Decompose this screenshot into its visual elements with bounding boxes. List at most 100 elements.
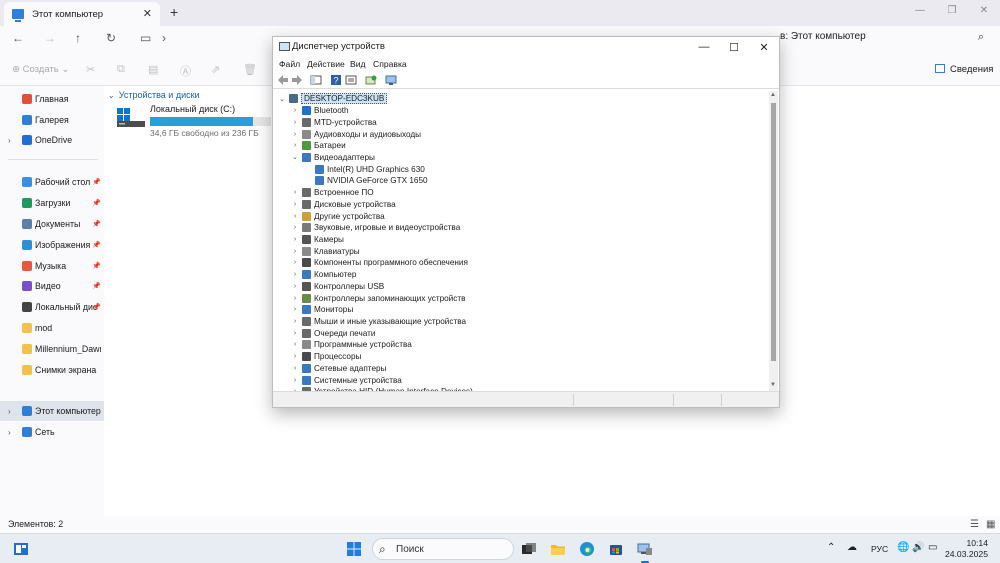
sidebar-item-home[interactable]: Главная [0,89,104,109]
device-tree-category[interactable]: › Аудиовходы и аудиовыходы [274,128,754,140]
chevron-right-icon[interactable]: › [8,428,11,437]
chevron-right-icon[interactable]: › [291,271,299,278]
store-icon[interactable] [608,541,624,557]
tray-app-icon[interactable]: ☁ [847,542,857,553]
device-tree-scrollbar[interactable]: ▲ ▼ [769,91,778,391]
chevron-right-icon[interactable]: › [8,407,11,416]
monitor-icon[interactable]: ▭ [140,31,151,45]
edge-browser-icon[interactable] [579,541,595,557]
devmgr-minimize-button[interactable]: — [689,39,719,55]
volume-icon[interactable]: 🔊 [912,542,924,553]
minimize-button[interactable]: — [904,0,936,20]
chevron-right-icon[interactable]: › [291,201,299,208]
tab-this-pc[interactable]: Этот компьютер ✕ [4,2,160,26]
device-tree-item[interactable]: Intel(R) UHD Graphics 630 [274,163,754,175]
scroll-up-icon[interactable]: ▲ [770,92,776,98]
device-tree-category[interactable]: › Клавиатуры [274,245,754,257]
device-tree-category[interactable]: › Контроллеры запоминающих устройств [274,292,754,304]
chevron-right-icon[interactable]: › [291,330,299,337]
tiles-view-icon[interactable]: ▦ [986,519,995,530]
sidebar-item-screenshots[interactable]: Снимки экрана [0,360,104,380]
sidebar-item-downloads[interactable]: Загрузки 📌 [0,193,104,213]
scrollbar-thumb[interactable] [771,103,776,361]
sidebar-item-millennium[interactable]: Millennium_Dawn_ [0,339,104,359]
device-tree-category[interactable]: › Компоненты программного обеспечения [274,257,754,269]
device-tree-category[interactable]: › Контроллеры USB [274,281,754,293]
widgets-icon[interactable] [13,541,29,557]
sidebar-item-mod[interactable]: mod [0,318,104,338]
search-icon[interactable]: ⌕ [978,31,984,44]
device-tree-category[interactable]: › Процессоры [274,351,754,363]
device-tree-category[interactable]: › Звуковые, игровые и видеоустройства [274,222,754,234]
menu-view[interactable]: Вид [350,59,366,69]
device-tree-category[interactable]: › Сетевые адаптеры [274,363,754,375]
chevron-right-icon[interactable]: › [8,136,11,145]
forward-icon[interactable] [291,74,303,86]
details-view-icon[interactable]: ☰ [970,519,979,530]
chevron-right-icon[interactable]: › [291,107,299,114]
device-tree-category[interactable]: › Дисковые устройства [274,198,754,210]
rename-icon[interactable]: Ⓐ [180,63,192,78]
device-tree-category[interactable]: › Камеры [274,234,754,246]
sidebar-item-gallery[interactable]: Галерея [0,110,104,130]
chevron-right-icon[interactable]: › [291,365,299,372]
chevron-right-icon[interactable]: › [291,295,299,302]
chevron-right-icon[interactable]: › [291,189,299,196]
devmgr-close-button[interactable]: ✕ [749,39,779,55]
forward-arrow-icon[interactable]: → [44,31,56,45]
scroll-down-icon[interactable]: ▼ [770,382,776,388]
device-tree-category[interactable]: › Bluetooth [274,105,754,117]
device-tree-category[interactable]: ⌄ Видеоадаптеры [274,152,754,164]
sidebar-item-pictures[interactable]: Изображения 📌 [0,235,104,255]
chevron-right-icon[interactable]: › [162,31,166,45]
file-explorer-taskbar-icon[interactable] [550,541,566,557]
back-arrow-icon[interactable]: ← [12,31,24,45]
device-tree-category[interactable]: › Встроенное ПО [274,187,754,199]
device-tree-category[interactable]: › Компьютер [274,269,754,281]
chevron-right-icon[interactable]: › [291,119,299,126]
cut-icon[interactable]: ✂ [86,63,98,76]
search-box-placeholder[interactable]: в: Этот компьютер [780,31,866,42]
sidebar-item-local-disk[interactable]: Локальный дис 📌 [0,297,104,317]
sidebar-item-videos[interactable]: Видео 📌 [0,276,104,296]
device-manager-taskbar-icon[interactable] [637,541,653,557]
delete-icon[interactable]: 🗑 [243,63,257,76]
device-tree-category[interactable]: › Другие устройства [274,210,754,222]
close-tab-icon[interactable]: ✕ [143,7,152,20]
scan-hardware-icon[interactable] [385,74,397,86]
chevron-down-icon[interactable]: ⌄ [291,153,299,161]
chevron-right-icon[interactable]: › [291,213,299,220]
chevron-right-icon[interactable]: › [291,341,299,348]
show-hide-console-tree-icon[interactable] [310,74,322,86]
paste-icon[interactable]: ▤ [148,63,160,76]
sidebar-item-desktop[interactable]: Рабочий стол 📌 [0,172,104,192]
section-header[interactable]: ⌄ Устройства и диски [108,90,200,100]
sidebar-item-onedrive[interactable]: › OneDrive [0,130,104,150]
device-tree-category[interactable]: › Мониторы [274,304,754,316]
show-hidden-icons-chevron-icon[interactable]: ⌃ [827,542,835,553]
chevron-right-icon[interactable]: › [291,259,299,266]
device-tree-category[interactable]: › MTD-устройства [274,116,754,128]
devmgr-maximize-button[interactable]: ☐ [719,39,749,55]
chevron-right-icon[interactable]: › [291,224,299,231]
chevron-right-icon[interactable]: › [291,131,299,138]
sidebar-item-music[interactable]: Музыка 📌 [0,256,104,276]
sidebar-item-network[interactable]: › Сеть [0,422,104,442]
language-indicator[interactable]: РУС [871,544,888,554]
device-tree-category[interactable]: › Мыши и иные указывающие устройства [274,316,754,328]
update-driver-icon[interactable] [365,74,377,86]
device-tree-item[interactable]: NVIDIA GeForce GTX 1650 [274,175,754,187]
refresh-icon[interactable]: ↻ [106,31,116,45]
chevron-right-icon[interactable]: › [291,236,299,243]
chevron-down-icon[interactable]: ⌄ [278,95,286,103]
battery-icon[interactable]: ▭ [928,542,937,553]
device-tree-category[interactable]: › Программные устройства [274,339,754,351]
chevron-right-icon[interactable]: › [291,353,299,360]
chevron-right-icon[interactable]: › [291,377,299,384]
device-tree-category[interactable]: › Очереди печати [274,327,754,339]
task-view-icon[interactable] [521,541,537,557]
create-button[interactable]: ⊕ Создать ⌄ [12,64,69,75]
share-icon[interactable]: ⇗ [211,63,223,76]
details-button[interactable]: Сведения [935,64,993,75]
chevron-right-icon[interactable]: › [291,142,299,149]
